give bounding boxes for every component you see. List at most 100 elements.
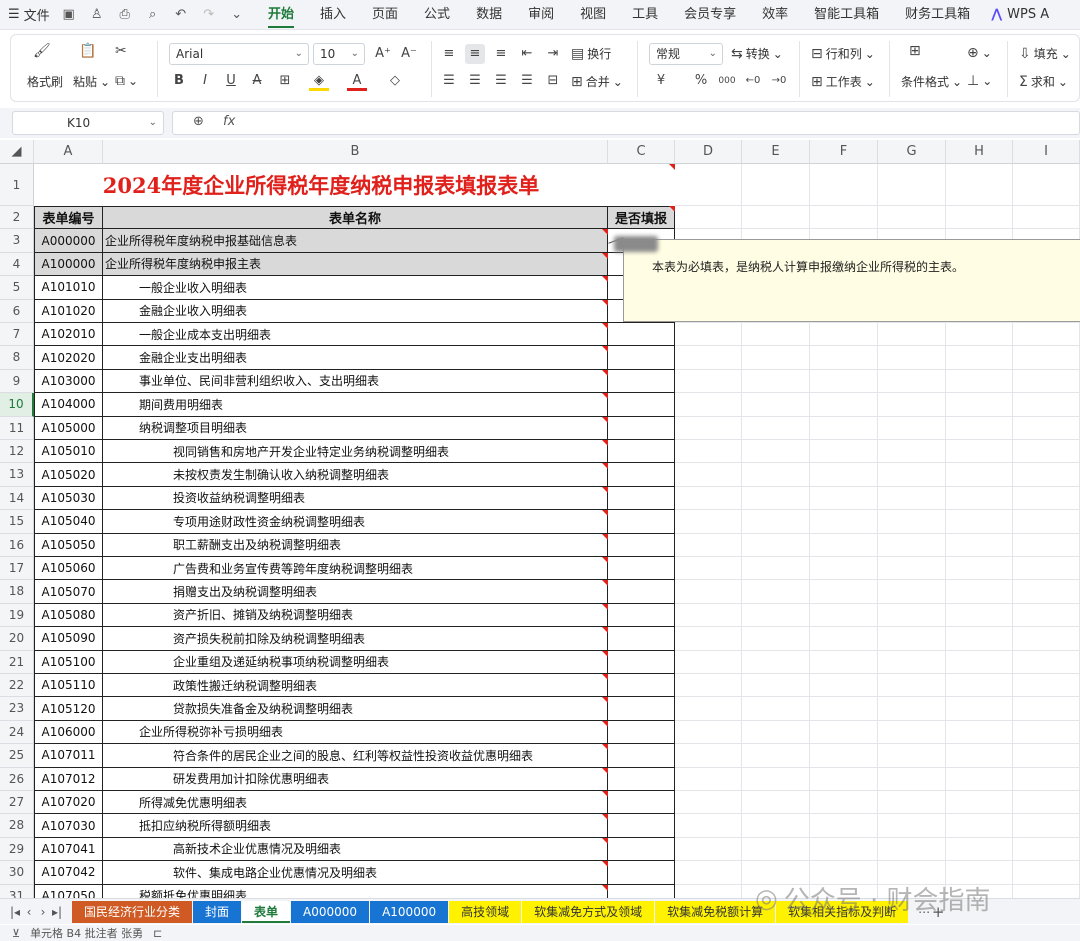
- grid-cell[interactable]: [742, 510, 810, 534]
- grid-cell[interactable]: [742, 440, 810, 464]
- row-header[interactable]: 4: [0, 252, 34, 277]
- grid-cell[interactable]: [946, 837, 1013, 862]
- distributed-icon[interactable]: ⊟: [543, 71, 563, 91]
- grid-cell[interactable]: [878, 510, 946, 534]
- formula-input[interactable]: ⊕ fx: [172, 111, 1080, 135]
- grid-cell[interactable]: [1013, 744, 1080, 768]
- grid-cell[interactable]: [675, 510, 742, 534]
- form-code[interactable]: A000000: [34, 229, 103, 253]
- next-sheet-icon[interactable]: ›: [36, 905, 50, 919]
- form-code[interactable]: A107011: [34, 744, 103, 768]
- comment-indicator[interactable]: [669, 164, 675, 170]
- grid-cell[interactable]: [946, 791, 1013, 815]
- form-name[interactable]: 金融企业支出明细表: [103, 346, 608, 370]
- row-header[interactable]: 9: [0, 369, 34, 394]
- column-header[interactable]: I: [1013, 140, 1080, 164]
- grid-cell[interactable]: [742, 697, 810, 721]
- grid-cell[interactable]: [1013, 767, 1080, 791]
- comment-indicator[interactable]: [602, 603, 608, 610]
- comment-indicator[interactable]: [602, 697, 608, 704]
- form-code[interactable]: A105040: [34, 510, 103, 534]
- grid-cell[interactable]: [946, 416, 1013, 440]
- grid-cell[interactable]: [742, 837, 810, 862]
- form-name[interactable]: 期间费用明细表: [103, 393, 608, 417]
- grid-cell[interactable]: [878, 486, 946, 511]
- fill-status-cell[interactable]: [608, 393, 675, 417]
- save-icon[interactable]: ▣: [60, 6, 78, 24]
- grid-cell[interactable]: [878, 744, 946, 768]
- grid-cell[interactable]: [742, 369, 810, 394]
- grid-cell[interactable]: [810, 627, 878, 651]
- comment-indicator[interactable]: [602, 252, 608, 259]
- grid-cell[interactable]: [675, 369, 742, 394]
- grid-cell[interactable]: [742, 580, 810, 604]
- fill-status-cell[interactable]: [608, 440, 675, 464]
- grid-cell[interactable]: [946, 369, 1013, 394]
- comment-indicator[interactable]: [602, 580, 608, 587]
- grid-cell[interactable]: [878, 650, 946, 674]
- form-code[interactable]: A107042: [34, 861, 103, 885]
- sheet-tab[interactable]: 高技领域: [449, 900, 522, 923]
- column-header[interactable]: B: [103, 140, 608, 164]
- form-name[interactable]: 研发费用加计扣除优惠明细表: [103, 767, 608, 791]
- grid-cell[interactable]: [675, 323, 742, 347]
- ribbon-tab[interactable]: 会员专享: [671, 0, 749, 30]
- grid-cell[interactable]: [742, 533, 810, 557]
- zoom-formula-icon[interactable]: ⊕: [193, 114, 204, 129]
- form-code[interactable]: A102020: [34, 346, 103, 370]
- form-name[interactable]: 一般企业成本支出明细表: [103, 323, 608, 347]
- row-header[interactable]: 24: [0, 720, 34, 745]
- file-menu[interactable]: ☰ 文件: [8, 5, 50, 24]
- comment-indicator[interactable]: [602, 346, 608, 353]
- grid-cell[interactable]: [878, 206, 946, 230]
- grid-cell[interactable]: [810, 650, 878, 674]
- form-code[interactable]: A107012: [34, 767, 103, 791]
- grid-cell[interactable]: [675, 720, 742, 745]
- grid-cell[interactable]: [946, 463, 1013, 487]
- form-code[interactable]: A106000: [34, 720, 103, 745]
- grid-cell[interactable]: [810, 346, 878, 370]
- comment-indicator[interactable]: [602, 557, 608, 563]
- header-code[interactable]: 表单编号: [34, 206, 103, 230]
- row-header[interactable]: 31: [0, 884, 34, 898]
- row-header[interactable]: 11: [0, 416, 34, 440]
- grid-cell[interactable]: [810, 697, 878, 721]
- form-code[interactable]: A105030: [34, 486, 103, 511]
- grid-cell[interactable]: [742, 346, 810, 370]
- grid-cell[interactable]: [742, 603, 810, 628]
- cut-icon[interactable]: ✂: [115, 43, 127, 59]
- grid-cell[interactable]: [878, 674, 946, 698]
- wps-ai-button[interactable]: ⋀ WPS A: [991, 7, 1049, 22]
- grid-cell[interactable]: [1013, 510, 1080, 534]
- comment-indicator[interactable]: [602, 720, 608, 727]
- format-painter-icon[interactable]: 🖌: [33, 43, 51, 59]
- ribbon-tab[interactable]: 工具: [619, 0, 671, 30]
- comment-indicator[interactable]: [602, 814, 608, 821]
- conditional-format-button[interactable]: 条件格式 ⌄: [901, 73, 962, 90]
- grid-cell[interactable]: [1013, 346, 1080, 370]
- form-code[interactable]: A107041: [34, 837, 103, 862]
- fill-status-cell[interactable]: [608, 533, 675, 557]
- grid-cell[interactable]: [742, 164, 810, 206]
- fill-status-cell[interactable]: [608, 510, 675, 534]
- grid-cell[interactable]: [1013, 650, 1080, 674]
- worksheet-button[interactable]: ⊞ 工作表 ⌄: [811, 73, 875, 90]
- font-name-select[interactable]: Arial ⌄: [169, 43, 309, 65]
- grid-cell[interactable]: [810, 837, 878, 862]
- fill-status-cell[interactable]: [608, 697, 675, 721]
- border-icon[interactable]: ⊞: [275, 71, 295, 91]
- row-header[interactable]: 8: [0, 346, 34, 370]
- form-code[interactable]: A100000: [34, 252, 103, 277]
- grid-cell[interactable]: [675, 697, 742, 721]
- comment-indicator[interactable]: [602, 510, 608, 517]
- grid-cell[interactable]: [1013, 164, 1080, 206]
- percent-button[interactable]: %: [691, 71, 711, 91]
- grid-cell[interactable]: [1013, 323, 1080, 347]
- grid-cell[interactable]: [1013, 884, 1080, 898]
- ribbon-tab[interactable]: 开始: [255, 0, 307, 30]
- grid-cell[interactable]: [675, 791, 742, 815]
- row-header[interactable]: 17: [0, 557, 34, 581]
- comment-indicator[interactable]: [602, 533, 608, 540]
- fill-status-cell[interactable]: [608, 627, 675, 651]
- form-name[interactable]: 企业所得税弥补亏损明细表: [103, 720, 608, 745]
